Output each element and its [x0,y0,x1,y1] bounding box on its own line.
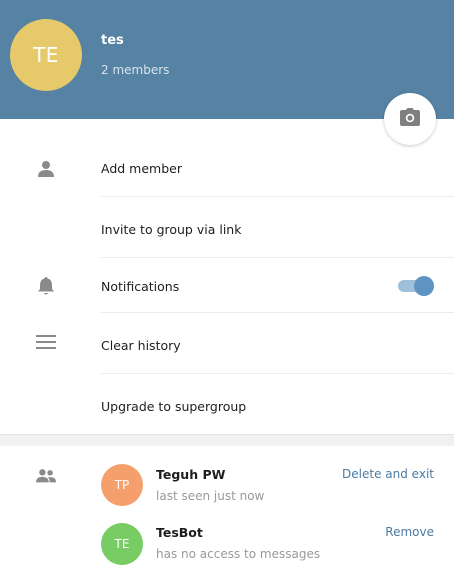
clear-history-row[interactable]: Clear history [0,313,454,373]
group-name: tes [101,33,124,48]
delete-and-exit-link[interactable]: Delete and exit [342,467,434,481]
notifications-row[interactable]: Notifications [0,258,454,312]
bell-icon [36,276,56,296]
group-header: TE tes 2 members [0,0,454,119]
member-status: last seen just now [156,489,265,503]
group-avatar[interactable]: TE [10,19,82,91]
member-name: Teguh PW [156,467,226,482]
invite-link-row[interactable]: Invite to group via link [0,197,454,257]
member-status: has no access to messages [156,547,321,561]
invite-link-label: Invite to group via link [101,222,242,237]
add-member-row[interactable]: Add member [0,150,454,196]
notifications-label: Notifications [101,279,180,294]
member-avatar[interactable]: TP [101,464,143,506]
member-name: TesBot [156,525,203,540]
members-icon [36,466,56,486]
member-avatar[interactable]: TE [101,523,143,565]
set-photo-button[interactable] [384,93,436,145]
group-members-count[interactable]: 2 members [101,63,169,77]
upgrade-supergroup-label: Upgrade to supergroup [101,399,247,414]
remove-member-link[interactable]: Remove [385,525,434,539]
upgrade-supergroup-row[interactable]: Upgrade to supergroup [0,374,454,434]
menu-lines-icon [36,332,56,352]
person-icon [36,159,56,179]
toggle-knob [414,276,434,296]
add-member-label: Add member [101,161,182,176]
clear-history-label: Clear history [101,338,181,353]
camera-icon [399,107,421,131]
section-separator [0,434,454,446]
notifications-toggle[interactable] [398,276,434,296]
